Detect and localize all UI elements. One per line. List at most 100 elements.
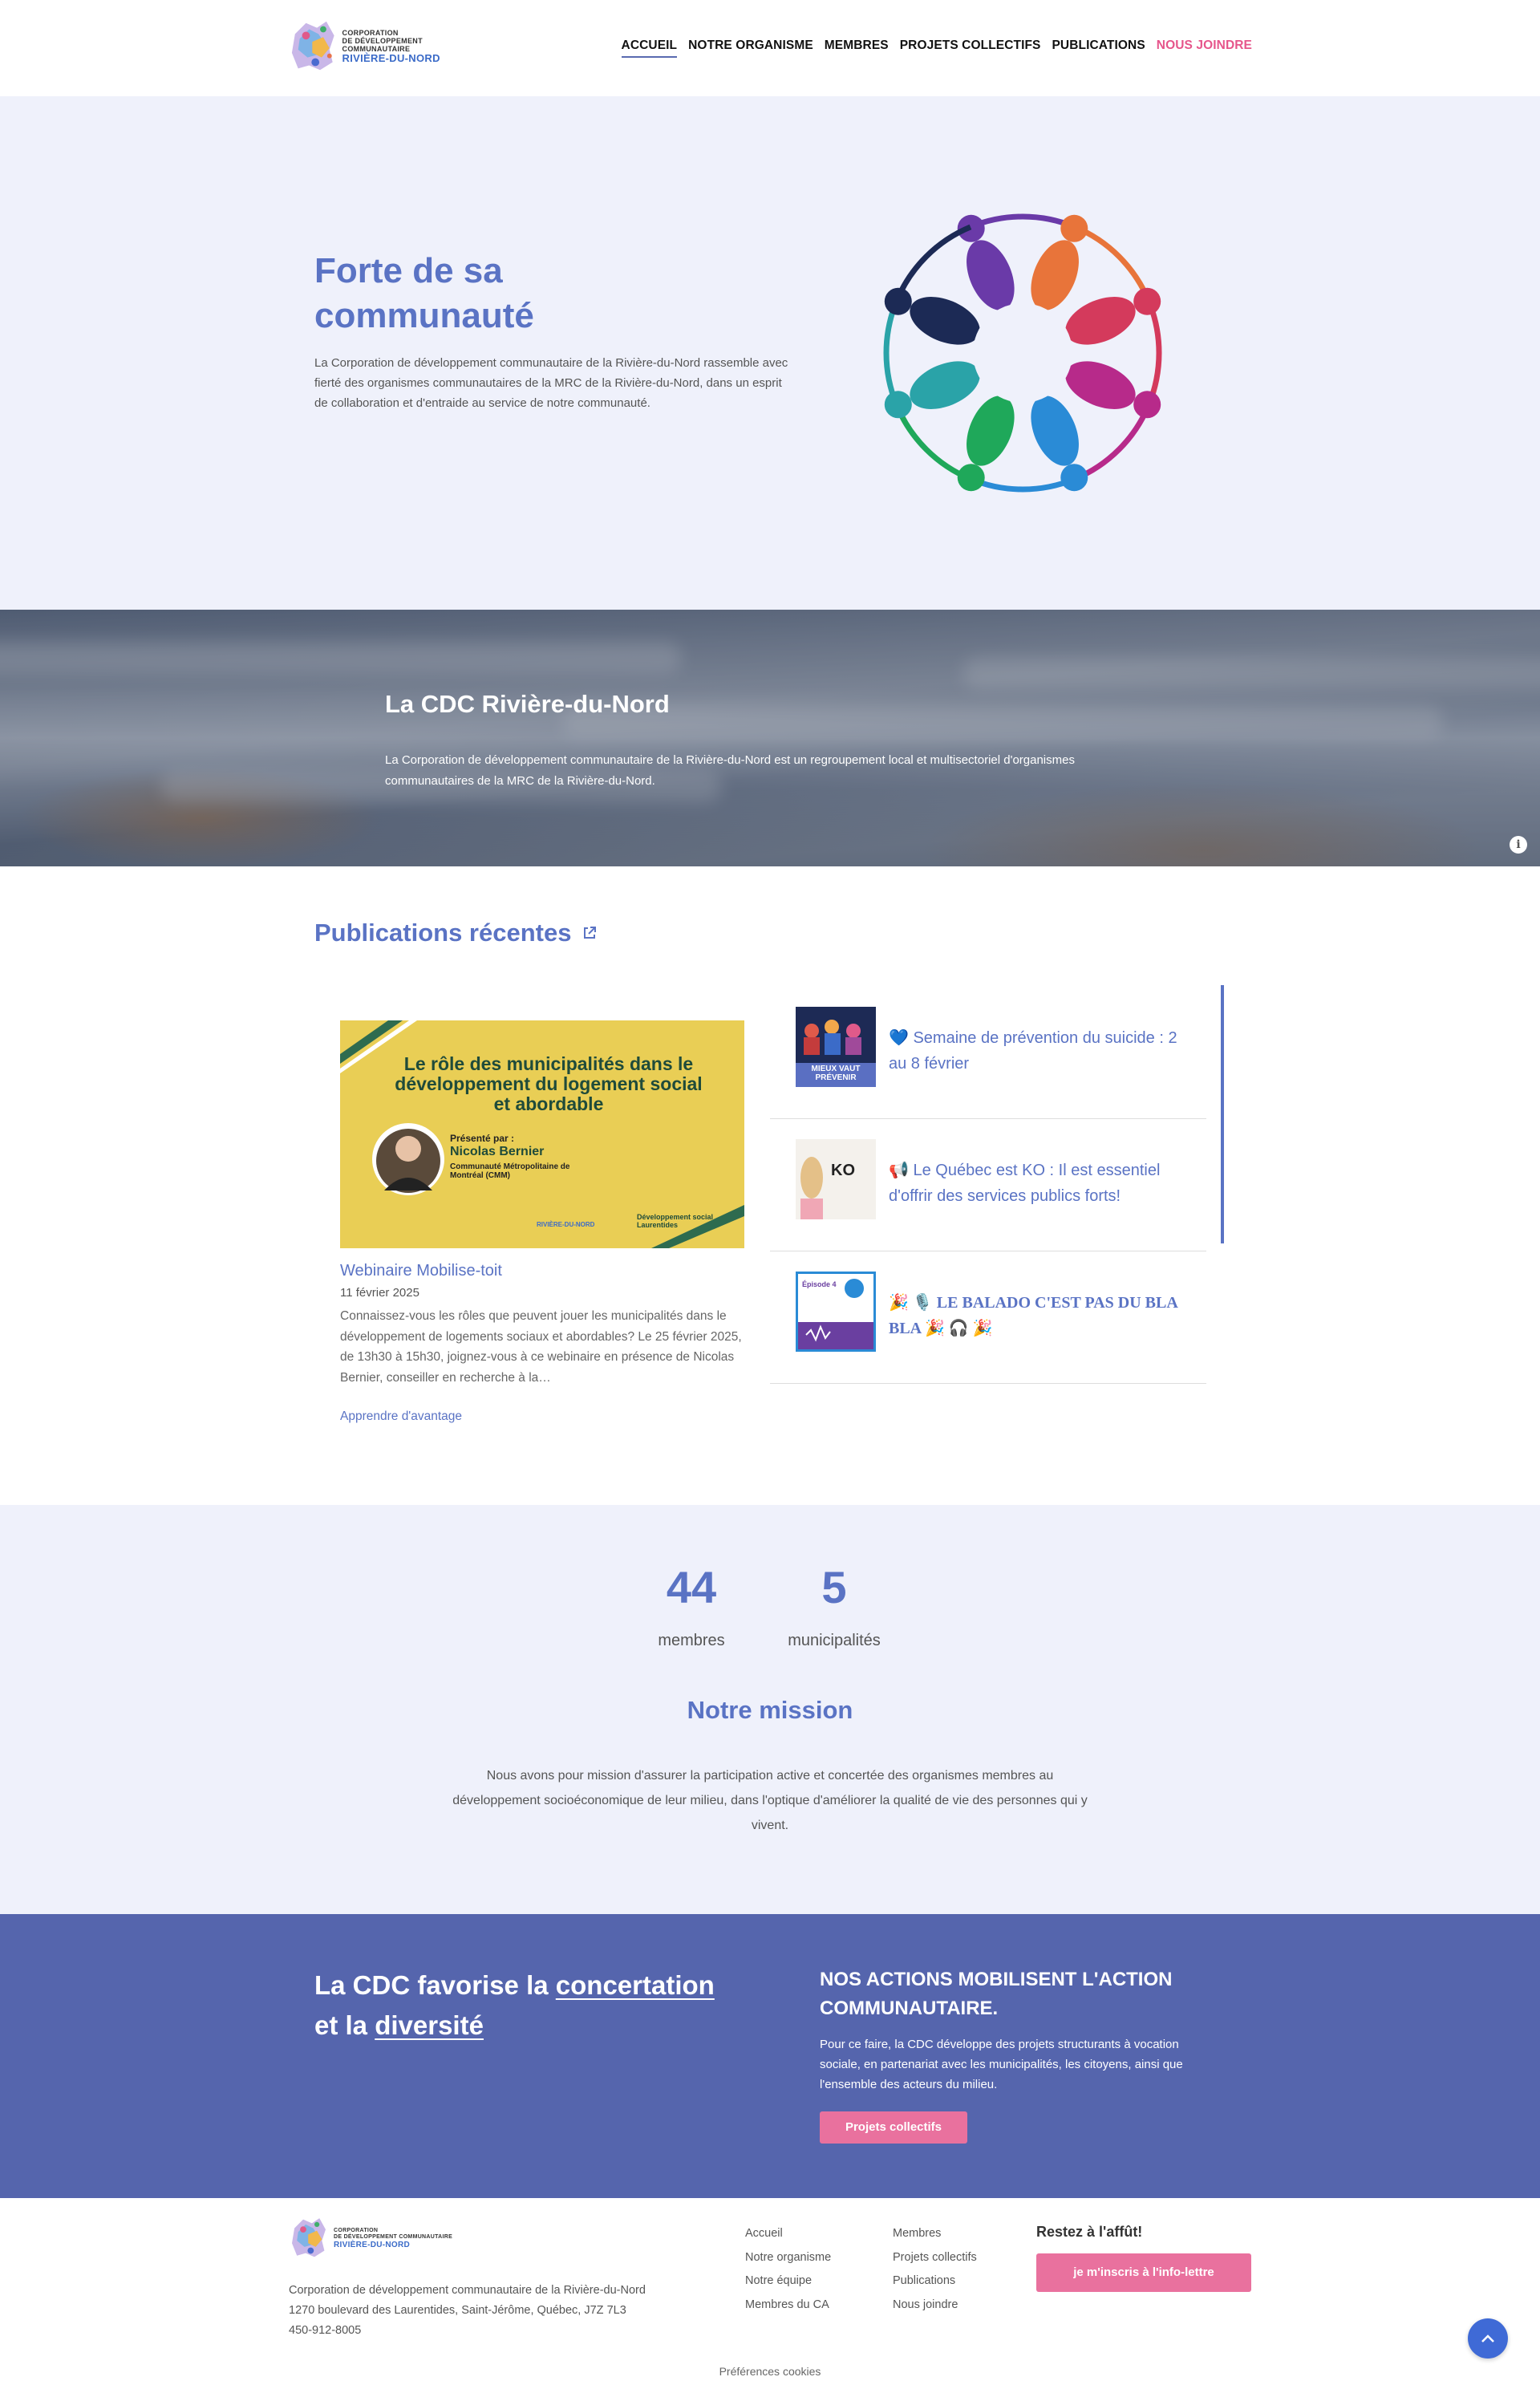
featured-publication-image[interactable]: Le rôle des municipalités dans le dévelo… (340, 1020, 744, 1248)
footer-link-publications[interactable]: Publications (893, 2269, 977, 2294)
nav-notre-organisme[interactable]: NOTRE ORGANISME (688, 39, 813, 58)
footer-org-name: Corporation de développement communautai… (289, 2284, 646, 2297)
ring-segment (969, 213, 1076, 230)
figure-head (1060, 464, 1088, 492)
footer-logo[interactable]: CORPORATION DE DÉVELOPPEMENT COMMUNAUTAI… (289, 2214, 457, 2262)
footer-nav-col-2: Membres Projets collectifs Publications … (893, 2222, 977, 2317)
footer-link-membres[interactable]: Membres (893, 2222, 977, 2246)
footer-link-accueil[interactable]: Accueil (745, 2222, 831, 2246)
publications-title: Publications récentes (314, 919, 572, 947)
figure-head (884, 287, 912, 315)
footer-logo-line-1: CORPORATION (334, 2227, 379, 2233)
figure-head (1060, 214, 1088, 242)
figure-head (1133, 391, 1161, 419)
footer-nav-col-1: Accueil Notre organisme Notre équipe Mem… (745, 2222, 831, 2317)
logo-line-1: CORPORATION (342, 29, 399, 37)
circle-center (973, 303, 1072, 403)
footer-phone: 450-912-8005 (289, 2324, 362, 2337)
publication-thumbnail[interactable]: MIEUX VAUT PRÉVENIR (796, 1007, 876, 1087)
mission-text: Nous avons pour mission d'assurer la par… (452, 1769, 1088, 1832)
banner-text: La Corporation de développement communau… (385, 753, 1075, 788)
stat-municipalities-value: 5 (821, 1562, 847, 1612)
ring-segment (1073, 404, 1152, 482)
featured-image-presenter-label: Présenté par : (450, 1133, 515, 1144)
footer-link-nous-joindre[interactable]: Nous joindre (893, 2294, 977, 2318)
cta-subheading: NOS ACTIONS MOBILISENT L'ACTION COMMUNAU… (820, 1969, 1173, 2019)
ring-segment (1073, 224, 1152, 302)
thumb-caption: MIEUX VAUT PRÉVENIR (811, 1065, 861, 1082)
nav-nous-joindre[interactable]: NOUS JOINDRE (1157, 39, 1252, 58)
footer-logo-wordmark: CORPORATION DE DÉVELOPPEMENT COMMUNAUTAI… (334, 2228, 452, 2249)
ring-segment (1145, 299, 1162, 407)
publication-thumbnail[interactable]: KO (796, 1139, 876, 1219)
featured-publication-date: 11 février 2025 (340, 1286, 419, 1300)
footer-address: Corporation de développement communautai… (289, 2281, 738, 2341)
main-nav: ACCUEIL NOTRE ORGANISME MEMBRES PROJETS … (621, 39, 1252, 58)
ring-segment (969, 476, 1076, 493)
featured-image-partner-1: RIVIÈRE-DU-NORD (537, 1221, 595, 1228)
hero-section: Forte de sa communauté La Corporation de… (0, 96, 1540, 610)
logo-mark-icon (291, 21, 334, 71)
cta-heading-pre: La CDC favorise la (314, 1970, 556, 2000)
cta-section (0, 1914, 1540, 2198)
figure-head (884, 391, 912, 419)
publications-heading: Publications récentes (314, 919, 597, 947)
chevron-up-icon (1481, 2334, 1494, 2342)
stat-members-label: membres (658, 1632, 725, 1649)
footer-logo-mark-icon (292, 2218, 326, 2257)
featured-publication-excerpt: Connaissez-vous les rôles que peuvent jo… (340, 1309, 742, 1385)
ring-segment (883, 299, 900, 407)
publication-title[interactable]: 🎉 🎙️ LE BALADO C'EST PAS DU BLA BLA 🎉 🎧 … (889, 1290, 1185, 1341)
cta-heading-mid: et la (314, 2010, 375, 2040)
cta-link-diversite[interactable]: diversité (375, 2010, 484, 2040)
hero-text: La Corporation de développement communau… (314, 356, 788, 410)
featured-image-partner-2: Développement social Laurentides (637, 1213, 714, 1229)
cdc-banner: La CDC Rivière-du-Nord La Corporation de… (0, 610, 1540, 866)
newsletter-signup-button[interactable]: je m'inscris à l'info-lettre (1036, 2253, 1251, 2292)
site-logo[interactable]: CORPORATION DE DÉVELOPPEMENT COMMUNAUTAI… (289, 18, 489, 75)
nav-membres[interactable]: MEMBRES (825, 39, 889, 58)
cta-heading: La CDC favorise la concertation et la di… (314, 1965, 732, 2046)
publication-title[interactable]: 📢 Le Québec est KO : Il est essentiel d'… (889, 1158, 1185, 1209)
featured-publication-title[interactable]: Webinaire Mobilise-toit (340, 1262, 502, 1280)
footer-link-projets-collectifs[interactable]: Projets collectifs (893, 2246, 977, 2270)
back-to-top-button[interactable] (1468, 2318, 1508, 2359)
figure-head (957, 464, 985, 492)
ring-segment (894, 404, 972, 482)
external-link-icon[interactable] (582, 926, 597, 940)
featured-image-presenter-org: Communauté Métropolitaine de Montréal (C… (450, 1162, 570, 1180)
list-item[interactable]: Épisode 4 🎉 🎙️ LE BALADO C'EST PAS DU BL… (770, 1251, 1206, 1384)
nav-accueil[interactable]: ACCUEIL (621, 39, 678, 58)
logo-line-2: DE DÉVELOPPEMENT COMMUNAUTAIRE (342, 37, 423, 53)
footer-logo-line-2: DE DÉVELOPPEMENT COMMUNAUTAIRE (334, 2233, 453, 2240)
ring-segment (894, 224, 972, 302)
site-header: CORPORATION DE DÉVELOPPEMENT COMMUNAUTAI… (0, 0, 1540, 96)
footer-link-notre-equipe[interactable]: Notre équipe (745, 2269, 831, 2294)
list-item[interactable]: KO 📢 Le Québec est KO : Il est essentiel… (770, 1119, 1206, 1251)
cta-link-concertation[interactable]: concertation (556, 1970, 715, 2000)
info-icon[interactable]: i (1510, 836, 1527, 854)
logo-line-3: RIVIÈRE-DU-NORD (342, 52, 440, 64)
footer-logo-line-3: RIVIÈRE-DU-NORD (334, 2240, 411, 2249)
publication-title[interactable]: 💙 Semaine de prévention du suicide : 2 a… (889, 1025, 1185, 1077)
thumb-caption: KO (831, 1162, 855, 1179)
featured-image-headline: Le rôle des municipalités dans le dévelo… (395, 1053, 703, 1114)
nav-projets-collectifs[interactable]: PROJETS COLLECTIFS (900, 39, 1041, 58)
featured-image-presenter-name: Nicolas Bernier (450, 1145, 545, 1158)
stat-members-value: 44 (666, 1562, 717, 1612)
nav-publications[interactable]: PUBLICATIONS (1052, 39, 1145, 58)
read-more-link[interactable]: Apprendre d'avantage (340, 1409, 462, 1424)
thumb-caption: Épisode 4 (802, 1280, 837, 1288)
hero-title: Forte de sa communauté (314, 251, 534, 335)
footer-street: 1270 boulevard des Laurentides, Saint-Jé… (289, 2304, 626, 2317)
footer-link-membres-ca[interactable]: Membres du CA (745, 2294, 831, 2318)
projets-collectifs-button[interactable]: Projets collectifs (820, 2111, 967, 2144)
banner-title: La CDC Rivière-du-Nord (385, 690, 670, 718)
publication-thumbnail[interactable]: Épisode 4 (796, 1272, 876, 1352)
cookie-preferences-link[interactable]: Préférences cookies (0, 2365, 1540, 2378)
stat-municipalities-label: municipalités (788, 1632, 881, 1649)
logo-wordmark: CORPORATION DE DÉVELOPPEMENT COMMUNAUTAI… (342, 29, 489, 64)
list-item[interactable]: MIEUX VAUT PRÉVENIR 💙 Semaine de prévent… (770, 987, 1206, 1119)
publications-scrollbar[interactable] (1221, 985, 1224, 1243)
footer-link-notre-organisme[interactable]: Notre organisme (745, 2246, 831, 2270)
